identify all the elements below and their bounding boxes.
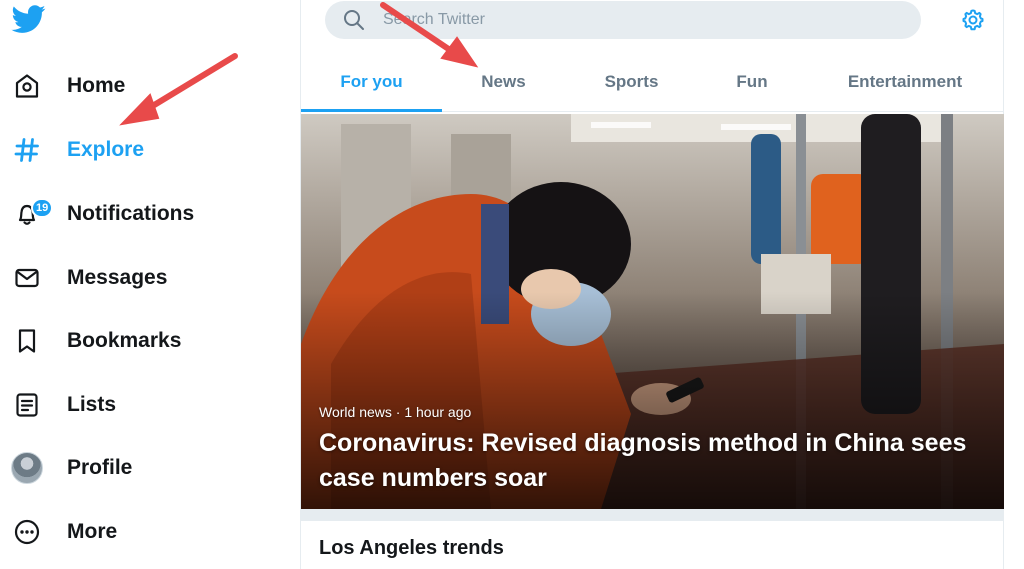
home-icon (9, 68, 45, 104)
sidebar-item-label: Bookmarks (67, 329, 182, 352)
active-tab-indicator (301, 109, 442, 112)
sidebar-nav: Home Explore 19 Notifications Messages B… (0, 0, 300, 569)
search-box[interactable] (325, 1, 921, 39)
sidebar-item-label: Explore (67, 138, 145, 161)
sidebar-item-label: Notifications (67, 202, 195, 225)
tab-label: Entertainment (847, 72, 963, 91)
sidebar-item-more[interactable]: More (0, 504, 260, 560)
tab-news[interactable]: News (442, 60, 565, 112)
search-input[interactable] (383, 6, 903, 34)
twitter-logo-icon[interactable] (10, 2, 48, 36)
sidebar-item-label: Home (67, 74, 126, 97)
trends-section-title: Los Angeles trends (319, 537, 504, 559)
hashtag-icon (9, 132, 45, 168)
sidebar-item-label: Messages (67, 266, 168, 289)
tab-sports[interactable]: Sports (565, 60, 698, 112)
tab-label: For you (340, 72, 403, 91)
explore-tabs: For you News Sports Fun Entertainment (301, 60, 1004, 112)
list-icon (9, 387, 45, 423)
sidebar-item-profile[interactable]: Profile (0, 440, 260, 496)
explore-main-column: For you News Sports Fun Entertainment (300, 0, 1004, 569)
tab-label: News (481, 72, 526, 91)
sidebar-item-explore[interactable]: Explore (0, 122, 260, 178)
sidebar-item-home[interactable]: Home (0, 58, 260, 114)
section-divider (301, 509, 1004, 521)
bell-icon: 19 (9, 196, 54, 232)
sidebar-item-lists[interactable]: Lists (0, 377, 260, 433)
search-icon (343, 9, 365, 36)
tab-entertainment[interactable]: Entertainment (806, 60, 1004, 112)
tab-label: Sports (604, 72, 659, 91)
avatar (9, 450, 45, 486)
gear-icon[interactable] (961, 8, 985, 32)
bookmark-icon (9, 323, 45, 359)
sidebar-item-notifications[interactable]: 19 Notifications (0, 186, 260, 242)
sidebar-item-label: More (67, 520, 118, 543)
featured-news-card[interactable]: World news · 1 hour ago Coronavirus: Rev… (301, 114, 1004, 509)
news-headline: Coronavirus: Revised diagnosis method in… (319, 429, 967, 492)
sidebar-item-messages[interactable]: Messages (0, 250, 260, 306)
news-meta: World news · 1 hour ago (319, 404, 472, 420)
sidebar-item-bookmarks[interactable]: Bookmarks (0, 313, 260, 369)
notification-count-badge: 19 (31, 198, 54, 218)
tab-fun[interactable]: Fun (698, 60, 806, 112)
tab-for-you[interactable]: For you (301, 60, 442, 112)
sidebar-item-label: Profile (67, 456, 133, 479)
envelope-icon (9, 260, 45, 296)
more-circle-icon (9, 514, 45, 550)
tab-label: Fun (736, 72, 768, 91)
sidebar-item-label: Lists (67, 393, 117, 416)
profile-avatar-image (11, 452, 43, 484)
twitter-explore-window: Home Explore 19 Notifications Messages B… (0, 0, 1024, 569)
